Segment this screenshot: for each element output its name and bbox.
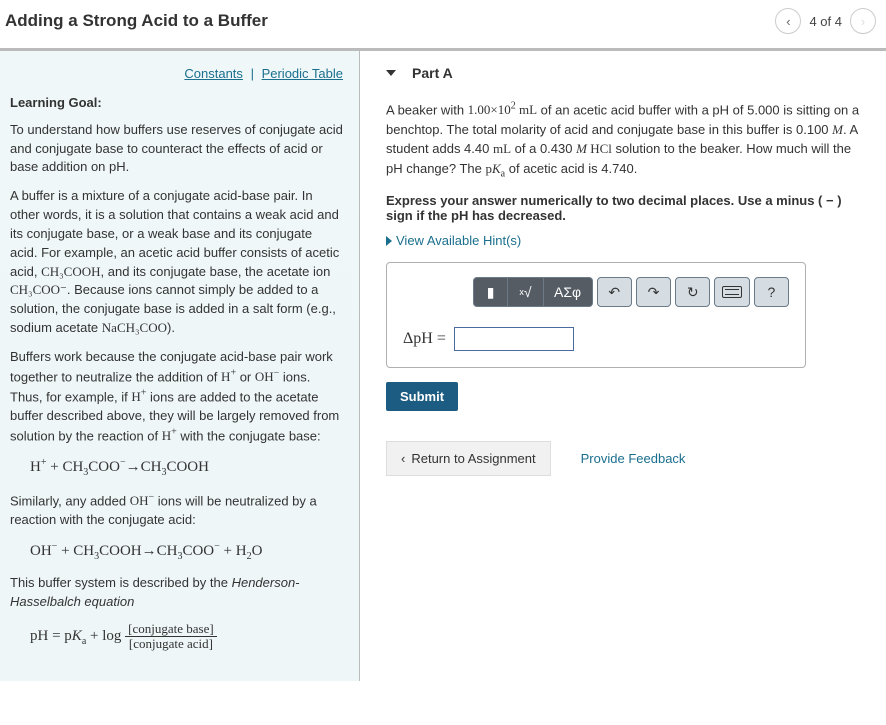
undo-button[interactable]: ↶ — [597, 277, 632, 307]
learning-panel: Constants | Periodic Table Learning Goal… — [0, 51, 360, 681]
answer-box: ▮ x√ ΑΣφ ↶ ↷ ↻ ? ΔpH = — [386, 262, 806, 368]
view-hints[interactable]: View Available Hint(s) — [386, 233, 870, 248]
oh-neutralize: Similarly, any added OH− ions will be ne… — [10, 491, 343, 530]
prev-button[interactable]: ‹ — [775, 8, 801, 34]
learning-goal-heading: Learning Goal: — [10, 94, 343, 113]
keyboard-button[interactable] — [714, 277, 749, 307]
answer-label: ΔpH = — [403, 330, 446, 348]
hh-intro: This buffer system is described by the H… — [10, 574, 343, 612]
greek-tool[interactable]: ΑΣφ — [544, 277, 593, 307]
periodic-table-link[interactable]: Periodic Table — [262, 66, 343, 81]
equation-1: H+ + CH3COO−→CH3COOH — [30, 456, 343, 481]
return-button[interactable]: ‹ Return to Assignment — [386, 441, 551, 476]
constants-link[interactable]: Constants — [184, 66, 243, 81]
reset-button[interactable]: ↻ — [675, 277, 710, 307]
page-title: Adding a Strong Acid to a Buffer — [5, 11, 268, 31]
hh-equation: pH = pKa + log [conjugate base][conjugat… — [30, 622, 343, 652]
part-label: Part A — [412, 65, 453, 81]
equation-toolbar: ▮ x√ ΑΣφ ↶ ↷ ↻ ? — [473, 277, 789, 307]
feedback-link[interactable]: Provide Feedback — [581, 451, 686, 466]
next-button: › — [850, 8, 876, 34]
buffer-mechanism: Buffers work because the conjugate acid-… — [10, 348, 343, 446]
submit-button[interactable]: Submit — [386, 382, 458, 411]
collapse-icon[interactable] — [386, 70, 396, 76]
answer-input[interactable] — [454, 327, 574, 351]
answer-instruction: Express your answer numerically to two d… — [386, 193, 870, 223]
help-button[interactable]: ? — [754, 277, 789, 307]
goal-text: To understand how buffers use reserves o… — [10, 121, 343, 178]
template-tool[interactable]: ▮ — [473, 277, 508, 307]
chevron-left-icon: ‹ — [401, 451, 405, 466]
pager: ‹ 4 of 4 › — [775, 8, 876, 34]
chevron-right-icon — [386, 236, 392, 246]
question-panel: Part A A beaker with 1.00×102 mL of an a… — [360, 51, 886, 681]
keyboard-icon — [722, 286, 742, 298]
link-separator: | — [251, 66, 254, 81]
redo-button[interactable]: ↷ — [636, 277, 671, 307]
equation-2: OH− + CH3COOH→CH3COO− + H2O — [30, 540, 343, 565]
buffer-definition: A buffer is a mixture of a conjugate aci… — [10, 187, 343, 338]
page-count: 4 of 4 — [809, 14, 842, 29]
question-text: A beaker with 1.00×102 mL of an acetic a… — [386, 99, 870, 181]
root-tool[interactable]: x√ — [508, 277, 543, 307]
